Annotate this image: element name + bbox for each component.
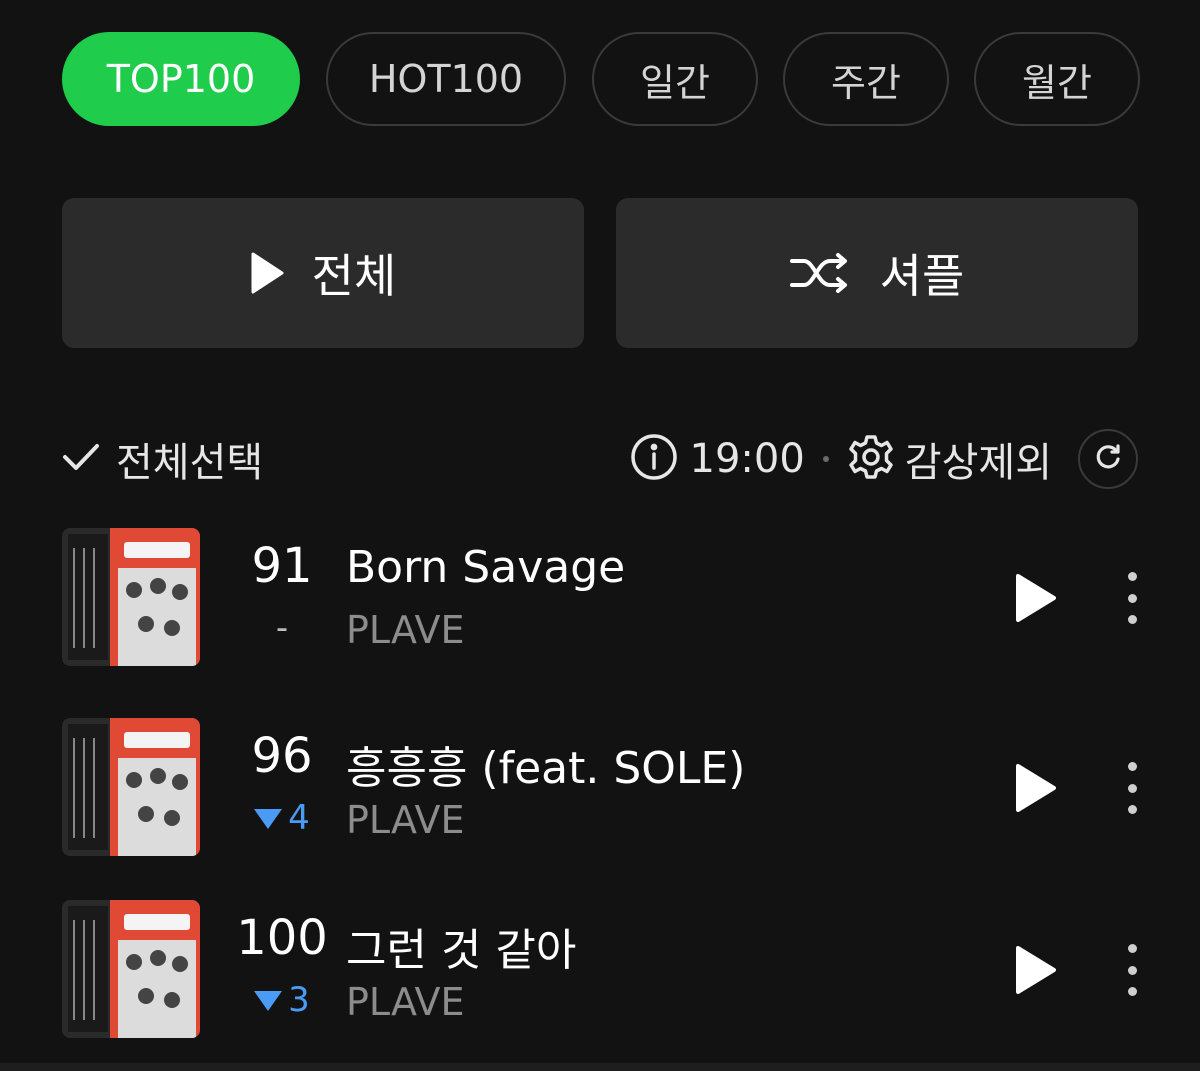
artist-name[interactable]: PLAVE: [346, 980, 465, 1024]
check-icon: [62, 436, 100, 482]
rank-change: 3: [222, 980, 342, 1020]
separator-dot: [822, 456, 829, 462]
refresh-icon: [1093, 442, 1123, 476]
artist-name[interactable]: PLAVE: [346, 608, 465, 652]
rank-number: 91: [251, 538, 313, 594]
play-song-button[interactable]: [1014, 944, 1058, 996]
play-all-label: 전체: [311, 249, 397, 303]
right-controls: 19:00 감상제외: [630, 428, 1138, 490]
rank-change: -: [222, 608, 342, 648]
rank-change: 4: [222, 798, 342, 838]
tab-weekly[interactable]: 주간: [783, 32, 949, 126]
shuffle-icon: [789, 251, 852, 295]
play-song-button[interactable]: [1014, 762, 1058, 814]
shuffle-label: 셔플: [879, 249, 965, 303]
play-icon: [1014, 764, 1058, 818]
tab-hot100[interactable]: HOT100: [326, 32, 566, 126]
song-title: Born Savage: [346, 542, 626, 593]
rank-change-value: -: [275, 608, 289, 648]
play-icon: [250, 252, 284, 294]
more-icon[interactable]: [1112, 762, 1152, 814]
rank-change-value: 3: [288, 980, 310, 1020]
select-all-button[interactable]: 전체선택: [62, 428, 263, 490]
rank-change-value: 4: [288, 798, 310, 838]
select-all-label: 전체선택: [116, 440, 264, 486]
chart-time: 19:00: [689, 436, 805, 482]
more-icon[interactable]: [1112, 944, 1152, 996]
more-icon[interactable]: [1112, 572, 1152, 624]
info-icon[interactable]: [630, 433, 678, 485]
play-song-button[interactable]: [1014, 572, 1058, 624]
tab-monthly[interactable]: 월간: [974, 32, 1140, 126]
album-art: [62, 528, 200, 666]
gear-icon[interactable]: [847, 433, 895, 485]
tab-daily[interactable]: 일간: [592, 32, 758, 126]
song-title: 흥흥흥 (feat. SOLE): [346, 743, 746, 794]
song-row[interactable]: 100 3 그런 것 같아 PLAVE: [62, 900, 1142, 1038]
album-art: [62, 900, 200, 1038]
bottom-divider: [0, 1063, 1200, 1071]
rank-number: 100: [236, 910, 328, 966]
refresh-button[interactable]: [1078, 429, 1138, 489]
song-row[interactable]: 96 4 흥흥흥 (feat. SOLE) PLAVE: [62, 718, 1142, 856]
artist-name[interactable]: PLAVE: [346, 798, 465, 842]
exclude-listening-button[interactable]: 감상제외: [905, 430, 1052, 488]
song-title: 그런 것 같아: [346, 925, 577, 976]
song-row[interactable]: 91 - Born Savage PLAVE: [62, 528, 1142, 666]
shuffle-button[interactable]: 셔플: [616, 198, 1138, 348]
play-icon: [1014, 574, 1058, 628]
down-arrow-icon: [254, 798, 283, 838]
album-art: [62, 718, 200, 856]
down-arrow-icon: [254, 980, 283, 1020]
list-controls: 전체선택 19:00 감상제외: [62, 428, 1138, 490]
tab-top100[interactable]: TOP100: [62, 32, 300, 126]
play-icon: [1014, 946, 1058, 1000]
rank-number: 96: [251, 728, 313, 784]
chart-tabs: TOP100 HOT100 일간 주간 월간: [62, 32, 1140, 128]
play-all-button[interactable]: 전체: [62, 198, 584, 348]
